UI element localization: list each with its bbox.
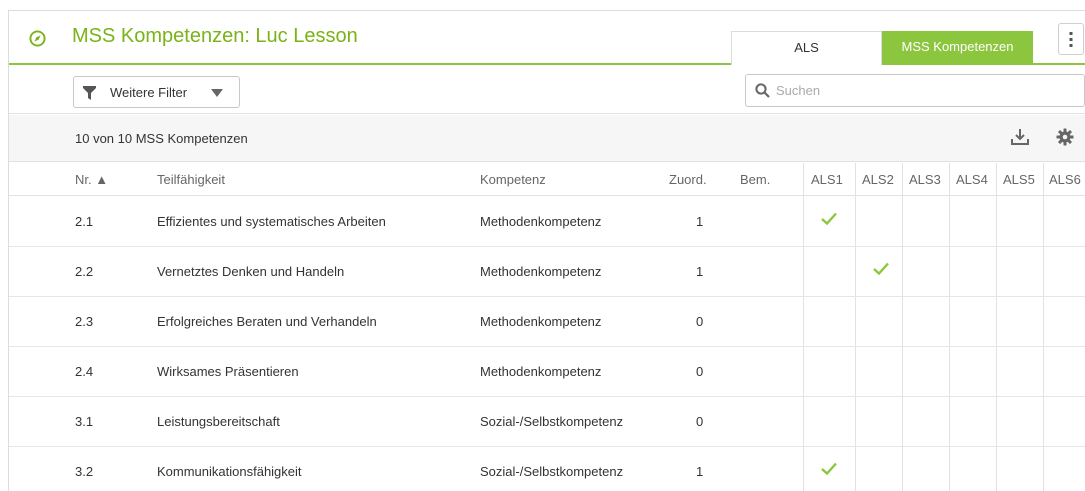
compass-icon bbox=[29, 30, 46, 47]
cell-zuord: 0 bbox=[696, 314, 704, 329]
cell-zuord: 0 bbox=[696, 364, 704, 379]
cell-nr: 2.3 bbox=[75, 314, 94, 329]
col-header-als5: ALS5 bbox=[1003, 172, 1035, 187]
col-header-teilfaehigkeit[interactable]: Teilfähigkeit bbox=[157, 172, 225, 187]
col-header-zuord[interactable]: Zuord. bbox=[669, 172, 707, 187]
checkmark-icon bbox=[873, 262, 889, 275]
cell-teilfaehigkeit: Vernetztes Denken und Handeln bbox=[157, 264, 345, 279]
table-row[interactable]: 2.4 Wirksames Präsentieren Methodenkompete… bbox=[9, 347, 1085, 397]
cell-nr: 3.1 bbox=[75, 414, 94, 429]
table-row[interactable]: 2.3 Erfolgreiches Beraten und Verhandeln M… bbox=[9, 297, 1085, 347]
tab-bar: ALS MSS Kompetenzen bbox=[731, 31, 1033, 65]
download-icon[interactable] bbox=[1011, 128, 1029, 146]
cell-kompetenz: Methodenkompetenz bbox=[480, 264, 602, 279]
cell-nr: 2.1 bbox=[75, 214, 94, 229]
col-header-als1: ALS1 bbox=[811, 172, 843, 187]
kebab-menu-icon bbox=[1069, 32, 1073, 47]
table-row[interactable]: 3.1 Leistungsbereitschaft Sozial-/Selbstko… bbox=[9, 397, 1085, 447]
col-header-als6: ALS6 bbox=[1049, 172, 1081, 187]
checkmark-icon bbox=[821, 462, 837, 475]
caret-down-icon bbox=[211, 89, 223, 97]
tab-als[interactable]: ALS bbox=[731, 31, 882, 65]
tab-mss-kompetenzen[interactable]: MSS Kompetenzen bbox=[882, 31, 1033, 65]
result-count: 10 von 10 MSS Kompetenzen bbox=[75, 131, 248, 146]
competency-panel: MSS Kompetenzen: Luc Lesson ALS MSS Komp… bbox=[8, 10, 1085, 491]
col-header-nr[interactable]: Nr. ▲ bbox=[75, 172, 108, 187]
table-row[interactable]: 2.1 Effizientes und systematisches Arbeit… bbox=[9, 197, 1085, 247]
col-header-als4: ALS4 bbox=[956, 172, 988, 187]
table-row[interactable]: 2.2 Vernetztes Denken und Handeln Methoden… bbox=[9, 247, 1085, 297]
filter-icon bbox=[83, 86, 96, 100]
col-header-als2: ALS2 bbox=[862, 172, 894, 187]
checkmark-icon bbox=[821, 212, 837, 225]
cell-zuord: 0 bbox=[696, 414, 704, 429]
cell-teilfaehigkeit: Leistungsbereitschaft bbox=[157, 414, 280, 429]
table-row[interactable]: 3.2 Kommunikationsfähigkeit Sozial-/Selbst… bbox=[9, 447, 1085, 491]
cell-kompetenz: Sozial-/Selbstkompetenz bbox=[480, 464, 624, 479]
cell-kompetenz: Methodenkompetenz bbox=[480, 214, 602, 229]
cell-teilfaehigkeit: Effizientes und systematisches Arbeiten bbox=[157, 214, 386, 229]
more-filters-button[interactable]: Weitere Filter bbox=[73, 76, 240, 108]
cell-zuord: 1 bbox=[696, 214, 704, 229]
cell-nr: 3.2 bbox=[75, 464, 94, 479]
more-filters-label: Weitere Filter bbox=[110, 85, 188, 100]
cell-zuord: 1 bbox=[696, 264, 704, 279]
col-header-als3: ALS3 bbox=[909, 172, 941, 187]
more-menu-button[interactable] bbox=[1058, 23, 1084, 55]
cell-nr: 2.2 bbox=[75, 264, 94, 279]
col-header-kompetenz[interactable]: Kompetenz bbox=[480, 172, 546, 187]
page-title: MSS Kompetenzen: Luc Lesson bbox=[72, 25, 358, 47]
col-header-bem[interactable]: Bem. bbox=[740, 172, 770, 187]
gear-icon[interactable] bbox=[1056, 128, 1074, 146]
list-toolbar: 10 von 10 MSS Kompetenzen bbox=[9, 115, 1085, 162]
search-input[interactable] bbox=[776, 76, 1076, 105]
search-box[interactable] bbox=[745, 74, 1085, 107]
panel-header: MSS Kompetenzen: Luc Lesson ALS MSS Komp… bbox=[9, 11, 1085, 65]
cell-kompetenz: Sozial-/Selbstkompetenz bbox=[480, 414, 624, 429]
table-header: Nr. ▲ Teilfähigkeit Kompetenz Zuord. Bem… bbox=[9, 163, 1085, 196]
cell-zuord: 1 bbox=[696, 464, 704, 479]
cell-kompetenz: Methodenkompetenz bbox=[480, 314, 602, 329]
cell-nr: 2.4 bbox=[75, 364, 94, 379]
search-icon bbox=[755, 83, 770, 98]
cell-teilfaehigkeit: Wirksames Präsentieren bbox=[157, 364, 299, 379]
cell-kompetenz: Methodenkompetenz bbox=[480, 364, 602, 379]
cell-teilfaehigkeit: Erfolgreiches Beraten und Verhandeln bbox=[157, 314, 377, 329]
cell-teilfaehigkeit: Kommunikationsfähigkeit bbox=[157, 464, 302, 479]
filter-row: Weitere Filter bbox=[9, 67, 1085, 114]
